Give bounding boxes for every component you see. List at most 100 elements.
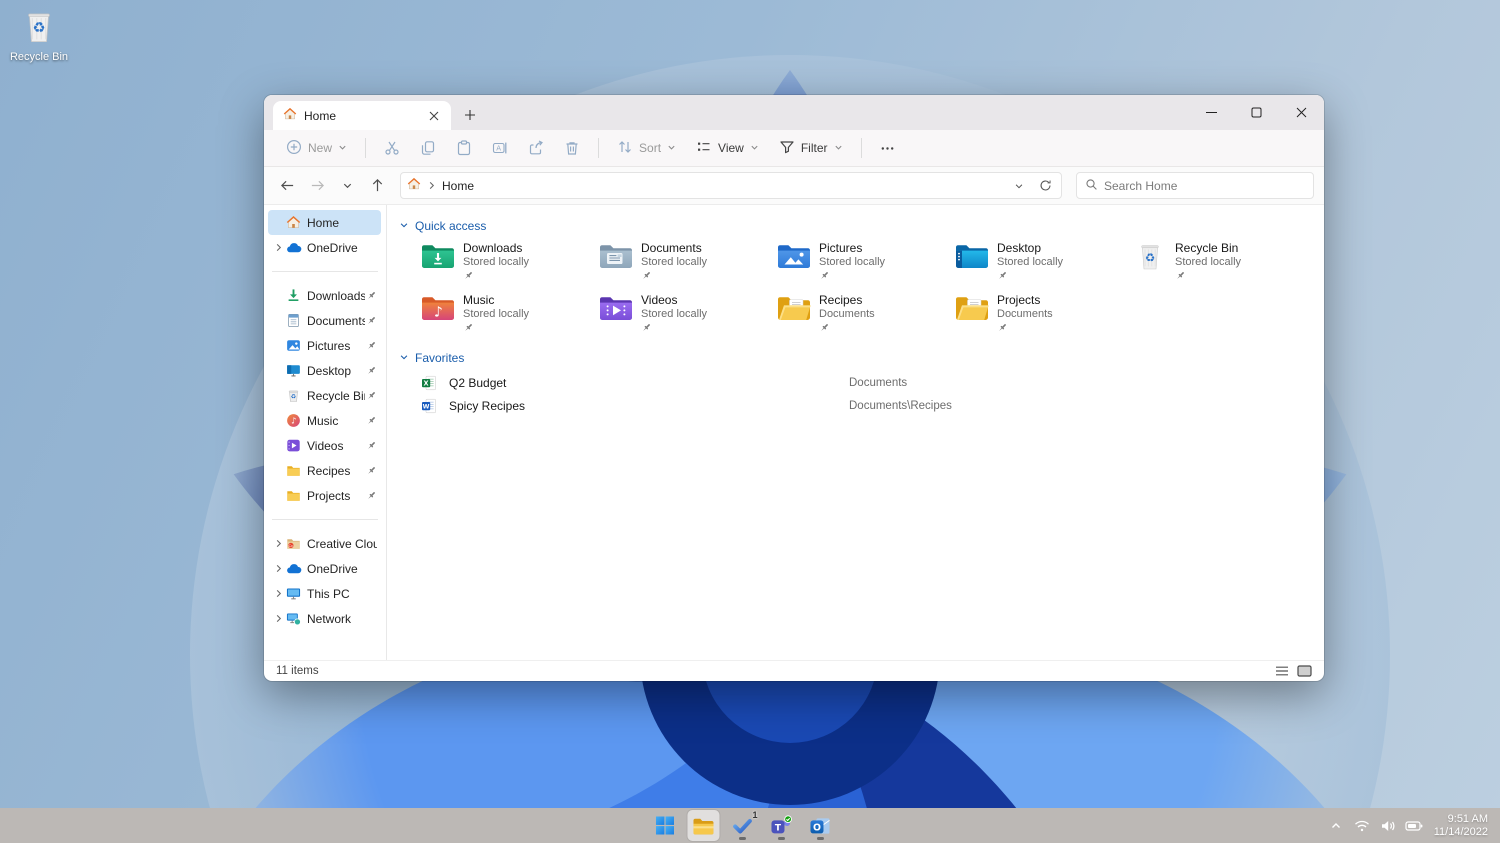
taskbar: 1 T O 9:51 AM 11/14/2022 [0, 808, 1500, 843]
quick-access-tile-recipes[interactable]: Recipes Documents [773, 291, 951, 341]
toolbar-separator [860, 138, 862, 158]
section-favorites-header[interactable]: Favorites [399, 351, 1324, 365]
new-button[interactable]: New [278, 134, 355, 163]
share-button[interactable] [520, 135, 552, 161]
see-more-button[interactable] [872, 136, 903, 161]
tile-subtitle: Stored locally [819, 256, 886, 268]
sidebar-item-label: Pictures [307, 338, 351, 353]
quick-access-tile-recycle-bin[interactable]: ♻ Recycle Bin Stored locally [1129, 239, 1307, 289]
favorite-item-spicy-recipes[interactable]: W Spicy Recipes Documents\Recipes [417, 394, 1324, 417]
tile-subtitle: Documents [997, 308, 1053, 320]
pin-icon [641, 322, 707, 336]
sort-button[interactable]: Sort [609, 134, 684, 163]
details-view-toggle[interactable] [1275, 665, 1289, 677]
delete-button[interactable] [556, 135, 588, 161]
sidebar-item-label: Network [307, 611, 352, 626]
cut-button[interactable] [376, 135, 408, 161]
tile-documents-icon [599, 242, 633, 273]
search-icon [1085, 178, 1098, 194]
view-button[interactable]: View [688, 134, 767, 163]
chevron-right-icon[interactable] [272, 564, 285, 573]
filter-icon [779, 139, 795, 158]
breadcrumb-bar[interactable]: Home [400, 172, 1062, 199]
sidebar-item-downloads[interactable]: Downloads [268, 283, 381, 308]
paste-button[interactable] [448, 135, 480, 161]
forward-button[interactable] [304, 173, 330, 199]
favorite-item-q2-budget[interactable]: X Q2 Budget Documents [417, 371, 1324, 394]
taskbar-start-icon[interactable] [648, 810, 680, 841]
maximize-button[interactable] [1234, 95, 1279, 130]
section-title: Favorites [415, 351, 465, 365]
sidebar-item-creative-cloud-files[interactable]: Cc Creative Cloud Files [268, 531, 381, 556]
chevron-down-icon [399, 351, 409, 365]
close-button[interactable] [1279, 95, 1324, 130]
copy-button[interactable] [412, 135, 444, 161]
content-pane: Quick access Downloads Stored locally Docu… [387, 205, 1324, 660]
quick-access-tile-pictures[interactable]: Pictures Stored locally [773, 239, 951, 289]
chevron-right-icon[interactable] [272, 614, 285, 623]
clock[interactable]: 9:51 AM 11/14/2022 [1428, 813, 1496, 839]
running-indicator [777, 837, 785, 840]
minimize-button[interactable] [1189, 95, 1234, 130]
svg-text:♪: ♪ [291, 416, 296, 426]
recent-locations-button[interactable] [334, 173, 360, 199]
tab-close-icon[interactable] [425, 107, 443, 125]
taskbar-outlook-icon[interactable]: O [804, 810, 836, 841]
refresh-icon[interactable] [1035, 176, 1055, 196]
sidebar-item-label: Downloads [307, 288, 365, 303]
filter-button[interactable]: Filter [771, 134, 851, 163]
tab-title: Home [304, 108, 337, 123]
svg-text:♻: ♻ [291, 394, 296, 401]
battery-icon[interactable] [1402, 812, 1426, 840]
downloads-icon [285, 288, 302, 303]
sidebar-item-home[interactable]: Home [268, 210, 381, 235]
volume-icon[interactable] [1376, 812, 1400, 840]
quick-access-tile-music[interactable]: ♪ Music Stored locally [417, 291, 595, 341]
chevron-right-icon[interactable] [272, 243, 285, 252]
sidebar-item-this-pc[interactable]: This PC [268, 581, 381, 606]
tab-home[interactable]: Home [273, 101, 451, 130]
sidebar-item-recipes[interactable]: Recipes [268, 458, 381, 483]
quick-access-tile-projects[interactable]: Projects Documents [951, 291, 1129, 341]
wifi-icon[interactable] [1350, 812, 1374, 840]
chevron-up-icon[interactable] [1324, 812, 1348, 840]
tile-recyclebin-icon: ♻ [1133, 242, 1167, 273]
sidebar-item-label: Documents [307, 313, 365, 328]
section-quick-access-header[interactable]: Quick access [399, 219, 1324, 233]
breadcrumb-home[interactable]: Home [442, 179, 474, 193]
search-input[interactable] [1104, 178, 1305, 193]
sidebar-item-network[interactable]: Network [268, 606, 381, 631]
desktop-recycle-bin[interactable]: ♻ Recycle Bin [6, 6, 72, 63]
sidebar-item-videos[interactable]: Videos [268, 433, 381, 458]
sidebar-item-recycle-bin[interactable]: ♻ Recycle Bin [268, 383, 381, 408]
thumbnail-view-toggle[interactable] [1297, 665, 1312, 677]
item-count: 11 items [276, 665, 319, 677]
new-tab-button[interactable] [457, 103, 483, 127]
pin-icon [365, 490, 377, 501]
sidebar-item-label: OneDrive [307, 240, 358, 255]
sidebar-item-projects[interactable]: Projects [268, 483, 381, 508]
sidebar-item-documents[interactable]: Documents [268, 308, 381, 333]
taskbar-todo-icon[interactable]: 1 [726, 810, 758, 841]
up-button[interactable] [364, 173, 390, 199]
sidebar-item-onedrive[interactable]: OneDrive [268, 235, 381, 260]
sidebar-item-onedrive[interactable]: OneDrive [268, 556, 381, 581]
taskbar-file-explorer-icon[interactable] [687, 810, 720, 841]
sidebar-item-desktop[interactable]: Desktop [268, 358, 381, 383]
rename-button[interactable]: A [484, 135, 516, 161]
quick-access-grid: Downloads Stored locally Documents Stored l… [417, 239, 1324, 341]
address-dropdown-icon[interactable] [1009, 176, 1029, 196]
sidebar-item-pictures[interactable]: Pictures [268, 333, 381, 358]
chevron-right-icon[interactable] [272, 539, 285, 548]
back-button[interactable] [274, 173, 300, 199]
svg-text:A: A [496, 145, 501, 153]
quick-access-tile-downloads[interactable]: Downloads Stored locally [417, 239, 595, 289]
quick-access-tile-videos[interactable]: Videos Stored locally [595, 291, 773, 341]
sidebar-item-music[interactable]: ♪ Music [268, 408, 381, 433]
chevron-right-icon[interactable] [272, 589, 285, 598]
clock-date: 11/14/2022 [1433, 825, 1488, 838]
quick-access-tile-documents[interactable]: Documents Stored locally [595, 239, 773, 289]
taskbar-teams-icon[interactable]: T [765, 810, 797, 841]
quick-access-tile-desktop[interactable]: Desktop Stored locally [951, 239, 1129, 289]
sidebar-item-label: Recycle Bin [307, 388, 365, 403]
